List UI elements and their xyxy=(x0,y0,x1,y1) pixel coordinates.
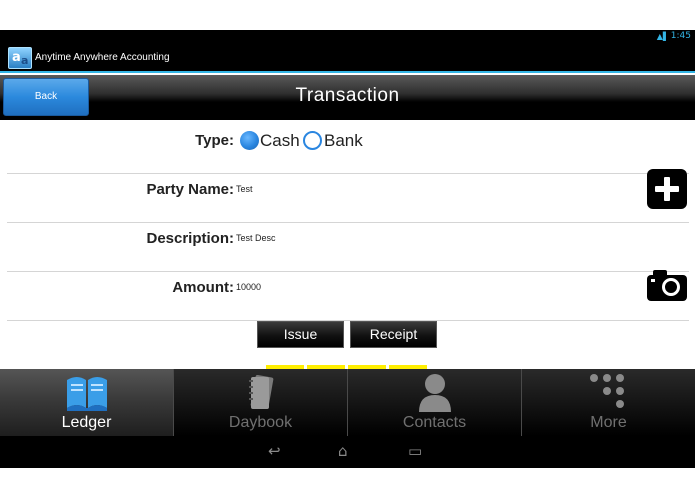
amount-row: Amount: 10000 xyxy=(7,270,689,321)
cash-radio[interactable] xyxy=(240,131,259,150)
bottom-nav: Ledger Daybook Contacts More xyxy=(0,369,695,436)
app-logo-icon: aa xyxy=(8,47,32,69)
screen-title: Transaction xyxy=(295,85,400,106)
system-back-icon[interactable]: ↩ xyxy=(268,444,281,459)
bank-radio[interactable] xyxy=(303,131,322,150)
nav-ledger[interactable]: Ledger xyxy=(0,369,174,436)
issue-button[interactable]: Issue xyxy=(257,321,344,348)
type-label: Type: xyxy=(195,132,234,149)
amount-label: Amount: xyxy=(172,279,234,296)
person-icon xyxy=(419,374,451,412)
party-name-field[interactable]: Test xyxy=(236,184,253,194)
nav-contacts[interactable]: Contacts xyxy=(348,369,522,436)
system-home-icon[interactable]: ⌂ xyxy=(338,444,348,459)
title-bar: Back Transaction xyxy=(0,75,695,120)
dots-grid-icon xyxy=(590,374,624,408)
window-bottom-margin xyxy=(0,468,695,494)
transaction-form: Type: Cash Bank Party Name: Test Descrip… xyxy=(7,125,689,357)
system-recents-icon[interactable]: ▭ xyxy=(408,444,422,459)
description-field[interactable]: Test Desc xyxy=(236,233,276,243)
nav-daybook[interactable]: Daybook xyxy=(174,369,348,436)
description-label: Description: xyxy=(146,230,234,247)
book-icon xyxy=(67,377,107,411)
nav-contacts-label: Contacts xyxy=(402,414,467,431)
add-party-button[interactable] xyxy=(647,169,687,209)
nav-daybook-label: Daybook xyxy=(228,414,293,431)
camera-button[interactable] xyxy=(647,270,687,302)
status-bar: ▲▌ 1:45 xyxy=(0,30,695,43)
window-top-margin xyxy=(0,0,695,30)
amount-field[interactable]: 10000 xyxy=(236,282,261,292)
party-name-row: Party Name: Test xyxy=(7,169,689,223)
receipt-button[interactable]: Receipt xyxy=(350,321,437,348)
notebook-icon xyxy=(249,374,274,410)
description-row: Description: Test Desc xyxy=(7,223,689,272)
system-nav-bar: ↩ ⌂ ▭ xyxy=(0,436,695,468)
type-row: Type: Cash Bank xyxy=(7,125,689,174)
nav-more[interactable]: More xyxy=(522,369,695,436)
app-bar: aa Anytime Anywhere Accounting xyxy=(0,43,695,73)
signal-battery-icons: ▲▌ xyxy=(656,32,669,41)
bank-radio-label[interactable]: Bank xyxy=(324,131,363,151)
cash-radio-label[interactable]: Cash xyxy=(260,131,300,151)
nav-more-label: More xyxy=(590,414,627,431)
app-title: Anytime Anywhere Accounting xyxy=(35,52,170,63)
status-time: 1:45 xyxy=(670,31,691,41)
party-name-label: Party Name: xyxy=(146,181,234,198)
nav-ledger-label: Ledger xyxy=(61,414,112,431)
